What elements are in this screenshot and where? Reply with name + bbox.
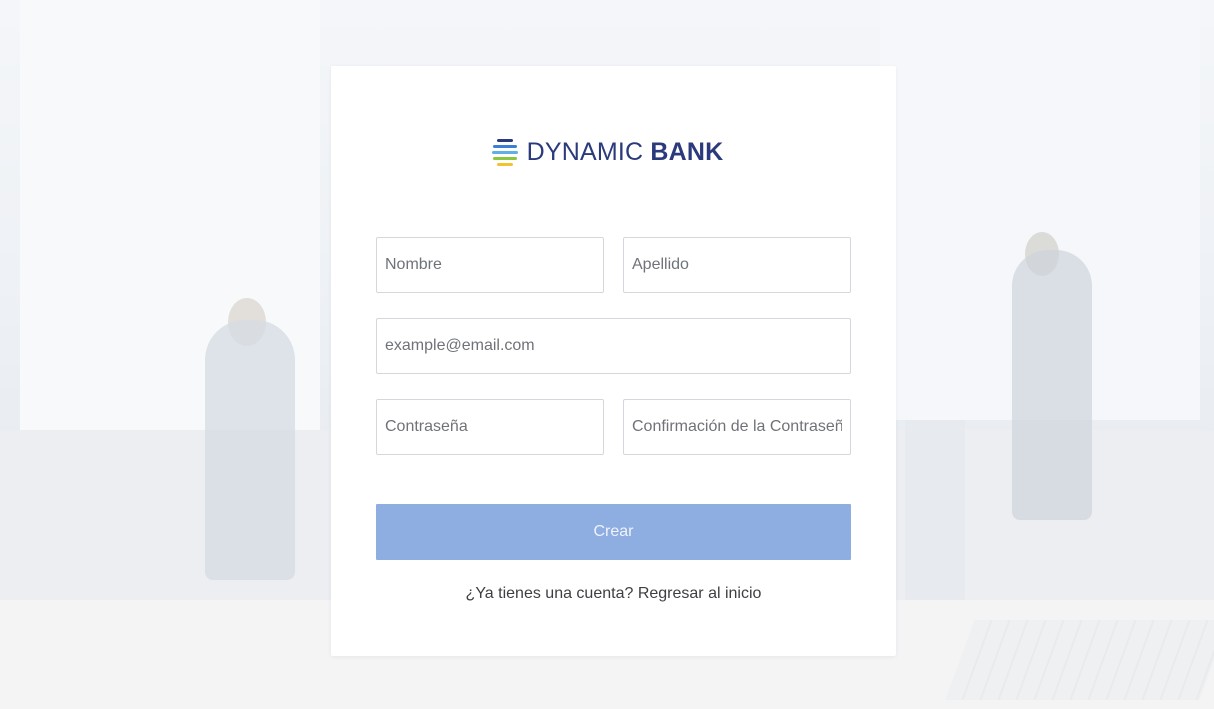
back-to-login-link[interactable]: Regresar al inicio (638, 585, 762, 602)
background-keyboard (945, 620, 1214, 700)
first-name-input[interactable] (376, 237, 604, 293)
background-person-right (1012, 250, 1092, 520)
login-redirect-prompt: ¿Ya tienes una cuenta? (465, 585, 634, 602)
brand-name: DYNAMIC BANK (527, 138, 724, 167)
password-confirm-input[interactable] (623, 399, 851, 455)
email-input[interactable] (376, 318, 851, 374)
password-input[interactable] (376, 399, 604, 455)
brand-name-bold: BANK (650, 137, 724, 166)
background-person-left (205, 320, 295, 580)
last-name-input[interactable] (623, 237, 851, 293)
login-redirect: ¿Ya tienes una cuenta? Regresar al inici… (331, 585, 896, 603)
striped-globe-icon (491, 135, 519, 169)
brand-logo: DYNAMIC BANK (0, 132, 1214, 172)
brand-name-thin: DYNAMIC (526, 137, 644, 166)
create-account-button[interactable]: Crear (376, 504, 851, 560)
background-glass (905, 420, 965, 630)
